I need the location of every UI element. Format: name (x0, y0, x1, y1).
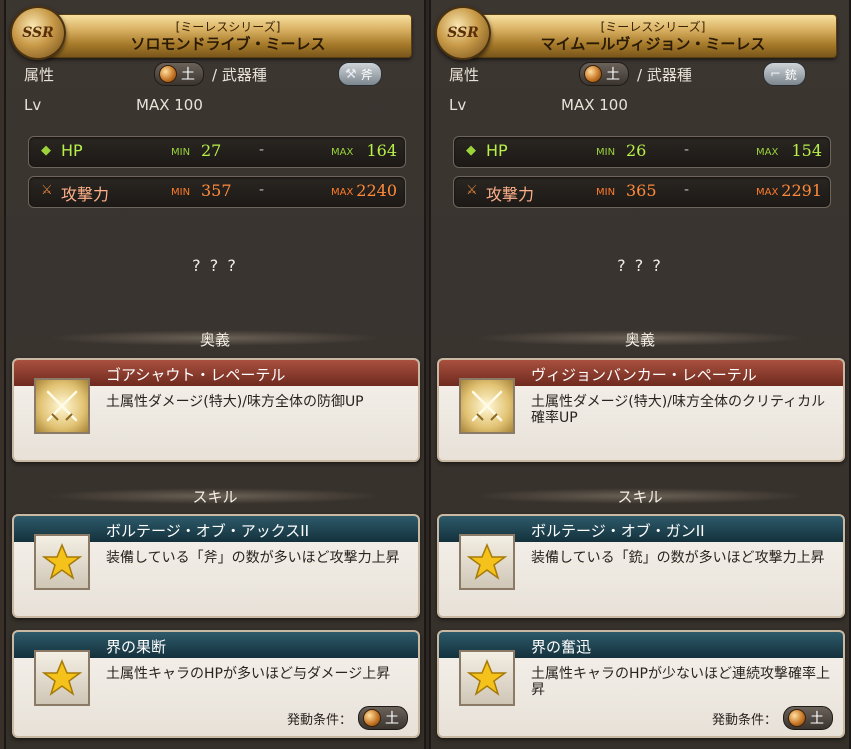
hp-max-label: MAX (331, 147, 354, 158)
ougi-card[interactable]: ヴィジョンバンカー・レペーテル 土属性ダメージ(特大)/味方全体のクリティカル確… (437, 358, 845, 462)
star-icon (34, 650, 90, 706)
atk-dash: - (259, 182, 265, 198)
hp-min-value: 27 (201, 141, 222, 160)
earth-orb-icon (788, 709, 806, 727)
weapon-type-badge: ⌐ 銃 (763, 62, 806, 86)
star-icon (459, 534, 515, 590)
condition-attribute-badge: 土 (783, 706, 833, 730)
atk-label: 攻撃力 (61, 185, 110, 204)
level-label: Lv (24, 96, 42, 114)
attribute-badge: 土 (579, 62, 629, 86)
atk-max-label: MAX (756, 187, 779, 198)
gun-icon: ⌐ (770, 66, 781, 82)
skill-name: 界の奮迅 (531, 638, 592, 656)
crossed-swords-icon (459, 378, 515, 434)
atk-min-label: MIN (171, 187, 191, 198)
star-icon (459, 650, 515, 706)
hp-min-label: MIN (171, 147, 191, 158)
weapon-type-label: / 武器種 (212, 66, 267, 84)
diamond-icon: ◆ (41, 143, 51, 158)
weapon-type-badge: ⚒ 斧 (338, 62, 382, 86)
skill-heading: スキル (192, 488, 238, 506)
earth-orb-icon (584, 65, 602, 83)
activation-condition: 発動条件： 土 (287, 706, 408, 730)
hp-label: HP (61, 141, 83, 160)
weapon-header: [ミーレスシリーズ] マイムールヴィジョン・ミーレス SSR (431, 4, 849, 60)
star-icon (34, 534, 90, 590)
atk-max-value: 2240 (356, 181, 397, 200)
atk-stat-row: ⚔ 攻撃力 MIN 365 - MAX 2291 (453, 176, 831, 208)
ougi-description: 土属性ダメージ(特大)/味方全体の防御UP (106, 394, 364, 410)
hp-max-value: 164 (366, 141, 397, 160)
ougi-heading: 奥義 (624, 331, 655, 349)
sword-icon: ⚔ (466, 183, 478, 198)
skill-description: 土属性キャラのHPが少ないほど連続攻撃確率上昇 (531, 666, 830, 698)
hp-label: HP (486, 141, 508, 160)
ougi-card[interactable]: ゴアシャウト・レペーテル 土属性ダメージ(特大)/味方全体の防御UP (12, 358, 420, 462)
ougi-heading: 奥義 (199, 331, 230, 349)
diamond-icon: ◆ (466, 143, 476, 158)
axe-icon: ⚒ (345, 66, 357, 82)
level-value: MAX 100 (561, 96, 628, 114)
hp-stat-row: ◆ HP MIN 26 - MAX 154 (453, 136, 831, 168)
earth-orb-icon (159, 65, 177, 83)
rarity-badge: SSR (435, 6, 491, 60)
weapon-header: [ミーレスシリーズ] ソロモンドライブ・ミーレス SSR (6, 4, 424, 60)
hp-max-value: 154 (791, 141, 822, 160)
earth-orb-icon (363, 709, 381, 727)
ougi-name: ヴィジョンバンカー・レペーテル (531, 366, 757, 384)
hp-max-label: MAX (756, 147, 779, 158)
hp-min-value: 26 (626, 141, 647, 160)
crossed-swords-icon (34, 378, 90, 434)
skill-card-1[interactable]: ボルテージ・オブ・アックスII 装備している「斧」の数が多いほど攻撃力上昇 (12, 514, 420, 618)
ougi-name: ゴアシャウト・レペーテル (106, 366, 286, 384)
skill-name: ボルテージ・オブ・ガンII (531, 522, 705, 540)
atk-stat-row: ⚔ 攻撃力 MIN 357 - MAX 2240 (28, 176, 406, 208)
skill-description: 装備している「斧」の数が多いほど攻撃力上昇 (106, 550, 400, 566)
level-value: MAX 100 (136, 96, 203, 114)
condition-label: 発動条件： (286, 712, 352, 728)
skill-name: 界の果断 (106, 638, 167, 656)
atk-min-label: MIN (596, 187, 616, 198)
skill-description: 土属性キャラのHPが多いほど与ダメージ上昇 (106, 666, 391, 682)
attribute-label: 属性 (24, 66, 55, 84)
weapon-panel-1: [ミーレスシリーズ] ソロモンドライブ・ミーレス SSR 属性 土 / 武器種 … (4, 0, 426, 749)
weapon-title-bar: [ミーレスシリーズ] ソロモンドライブ・ミーレス (44, 14, 412, 58)
atk-max-value: 2291 (781, 181, 822, 200)
unknown-text: ? ? ? (617, 256, 663, 275)
weapon-title-bar: [ミーレスシリーズ] マイムールヴィジョン・ミーレス (469, 14, 837, 58)
condition-label: 発動条件： (711, 712, 777, 728)
weapon-compare-view: [ミーレスシリーズ] ソロモンドライブ・ミーレス SSR 属性 土 / 武器種 … (0, 0, 851, 749)
activation-condition: 発動条件： 土 (712, 706, 833, 730)
sword-icon: ⚔ (41, 183, 53, 198)
skill-heading: スキル (617, 488, 663, 506)
attribute-badge: 土 (154, 62, 204, 86)
atk-label: 攻撃力 (486, 185, 535, 204)
level-label: Lv (449, 96, 467, 114)
hp-dash: - (259, 142, 265, 158)
atk-max-label: MAX (331, 187, 354, 198)
hp-min-label: MIN (596, 147, 616, 158)
atk-min-value: 357 (201, 181, 232, 200)
weapon-type-label: / 武器種 (637, 66, 692, 84)
skill-card-2[interactable]: 界の奮迅 土属性キャラのHPが少ないほど連続攻撃確率上昇 発動条件： 土 (437, 630, 845, 738)
atk-min-value: 365 (626, 181, 657, 200)
condition-attribute-badge: 土 (358, 706, 408, 730)
ougi-description: 土属性ダメージ(特大)/味方全体のクリティカル確率UP (531, 394, 826, 426)
hp-stat-row: ◆ HP MIN 27 - MAX 164 (28, 136, 406, 168)
hp-dash: - (684, 142, 690, 158)
unknown-text: ? ? ? (192, 256, 238, 275)
weapon-name: ソロモンドライブ・ミーレス (130, 35, 326, 53)
rarity-badge: SSR (10, 6, 66, 60)
weapon-name: マイムールヴィジョン・ミーレス (540, 35, 766, 53)
skill-description: 装備している「銃」の数が多いほど攻撃力上昇 (531, 550, 825, 566)
atk-dash: - (684, 182, 690, 198)
attribute-label: 属性 (449, 66, 480, 84)
skill-card-2[interactable]: 界の果断 土属性キャラのHPが多いほど与ダメージ上昇 発動条件： 土 (12, 630, 420, 738)
skill-name: ボルテージ・オブ・アックスII (106, 522, 310, 540)
skill-card-1[interactable]: ボルテージ・オブ・ガンII 装備している「銃」の数が多いほど攻撃力上昇 (437, 514, 845, 618)
weapon-panel-2: [ミーレスシリーズ] マイムールヴィジョン・ミーレス SSR 属性 土 / 武器… (429, 0, 851, 749)
